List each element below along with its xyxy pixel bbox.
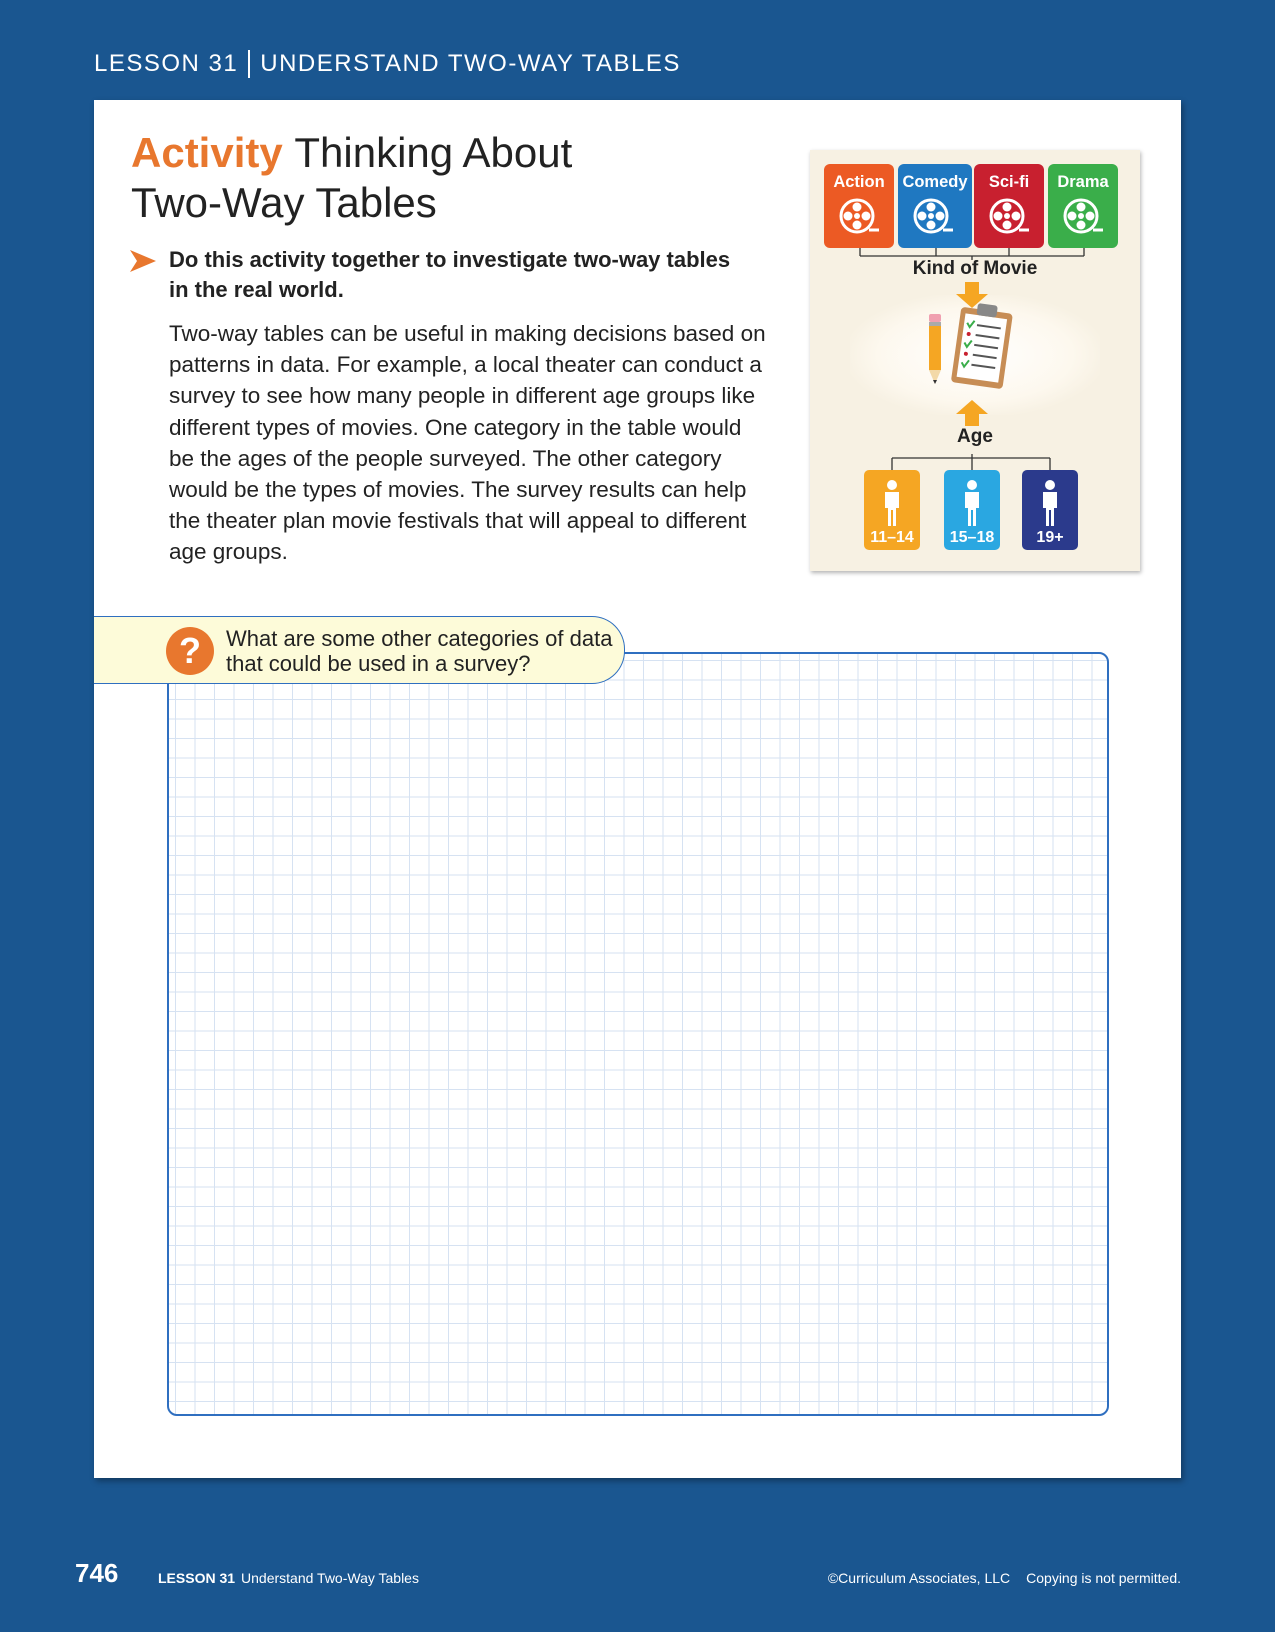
footer-copyright: ©Curriculum Associates, LLC Copying is no… <box>828 1570 1181 1586</box>
age-tile-15-18: 15–18 <box>944 470 1000 550</box>
age-tile-19-plus: 19+ <box>1022 470 1078 550</box>
age-tile-label: 11–14 <box>870 529 914 546</box>
activity-title-line2: Two-Way Tables <box>131 179 437 226</box>
age-tile-11-14: 11–14 <box>864 470 920 550</box>
age-tile-label: 15–18 <box>949 529 995 546</box>
film-reel-icon <box>913 198 953 234</box>
activity-label: Activity <box>131 129 283 176</box>
film-reel-icon <box>1063 198 1103 234</box>
genre-label: Sci-fi <box>988 173 1030 191</box>
person-icon <box>965 480 979 526</box>
lesson-topic: UNDERSTAND TWO-WAY TABLES <box>260 50 681 77</box>
genre-label: Comedy <box>902 173 968 191</box>
age-label: Age <box>957 426 993 447</box>
genre-label: Drama <box>1057 173 1109 191</box>
footer-lesson: LESSON 31 Understand Two-Way Tables <box>158 1570 419 1586</box>
kind-of-movie-label: Kind of Movie <box>912 258 1038 279</box>
clipboard-checklist-icon <box>951 303 1013 389</box>
lesson-number: LESSON 31 <box>94 50 239 77</box>
arrow-up-icon <box>956 400 988 426</box>
header-divider <box>248 50 251 78</box>
lesson-header: LESSON 31 UNDERSTAND TWO-WAY TABLES <box>94 50 681 78</box>
person-icon <box>885 480 899 526</box>
age-tile-label: 19+ <box>1036 529 1064 546</box>
answer-grid[interactable] <box>167 652 1109 1416</box>
genre-tile-drama: Drama <box>1048 164 1118 248</box>
footer-lesson-number: LESSON 31 <box>158 1570 236 1586</box>
question-mark-icon: ? <box>166 627 214 675</box>
page-number: 746 <box>75 1558 119 1588</box>
activity-title-line1: Thinking About <box>294 129 573 176</box>
survey-illustration: Action Comedy Sci-fi Drama Kind of Movie… <box>810 150 1140 571</box>
copyright-text: ©Curriculum Associates, LLC <box>827 1570 1011 1586</box>
worksheet-page: Activity Thinking About Two-Way Tables D… <box>94 100 1181 1478</box>
genre-tile-comedy: Comedy <box>898 164 972 248</box>
question-text: What are some other categories of data t… <box>226 626 613 676</box>
activity-instruction: Do this activity together to investigate… <box>169 247 731 302</box>
arrow-right-icon <box>130 250 156 272</box>
genre-tile-action: Action <box>824 164 894 248</box>
activity-body: Two-way tables can be useful in making d… <box>169 321 766 565</box>
person-icon <box>1043 480 1057 526</box>
pencil-icon <box>929 314 941 384</box>
copy-notice: Copying is not permitted. <box>1026 1570 1181 1586</box>
genre-tile-sci-fi: Sci-fi <box>974 164 1044 248</box>
discussion-question: ? What are some other categories of data… <box>94 616 625 684</box>
film-reel-icon <box>989 198 1029 234</box>
activity-title: Activity Thinking About Two-Way Tables <box>131 128 771 228</box>
film-reel-icon <box>839 198 879 234</box>
genre-label: Action <box>833 173 885 191</box>
footer-lesson-title: Understand Two-Way Tables <box>241 1570 419 1586</box>
